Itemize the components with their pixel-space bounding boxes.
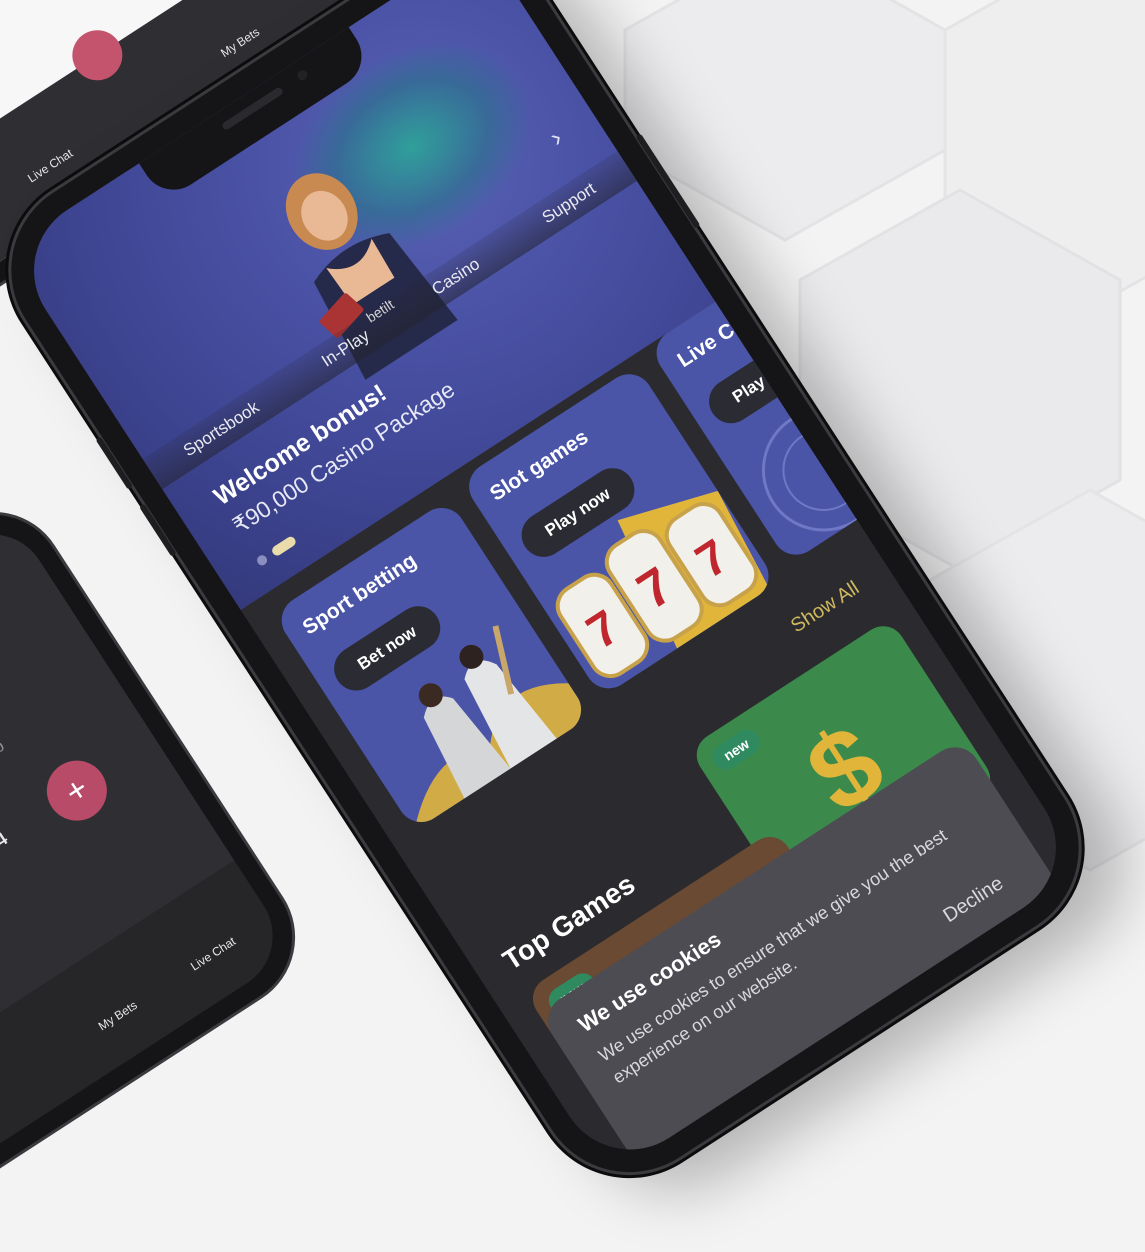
- carousel-dots: [255, 534, 298, 568]
- carousel-dot[interactable]: [255, 553, 269, 568]
- bottom-nav: My Bets Live Chat: [0, 860, 295, 1227]
- camera-icon: [295, 68, 310, 83]
- tab-support[interactable]: Support: [539, 179, 600, 228]
- chevron-right-icon[interactable]: ›: [544, 122, 568, 153]
- tab-sportsbook[interactable]: Sportsbook: [180, 397, 263, 461]
- odds-value[interactable]: 1.74: [0, 829, 12, 866]
- doubles-label: Doub: [0, 735, 8, 776]
- add-bet-button[interactable]: +: [35, 749, 119, 833]
- nav-live-chat[interactable]: Live Chat: [188, 934, 238, 973]
- dice-icon[interactable]: [62, 20, 132, 90]
- nav-my-bets[interactable]: My Bets: [218, 25, 262, 60]
- nav-my-bets[interactable]: My Bets: [96, 998, 140, 1033]
- carousel-dot-active[interactable]: [270, 534, 298, 558]
- nav-live-chat[interactable]: Live Chat: [25, 146, 75, 185]
- show-all-link[interactable]: Show All: [787, 577, 864, 638]
